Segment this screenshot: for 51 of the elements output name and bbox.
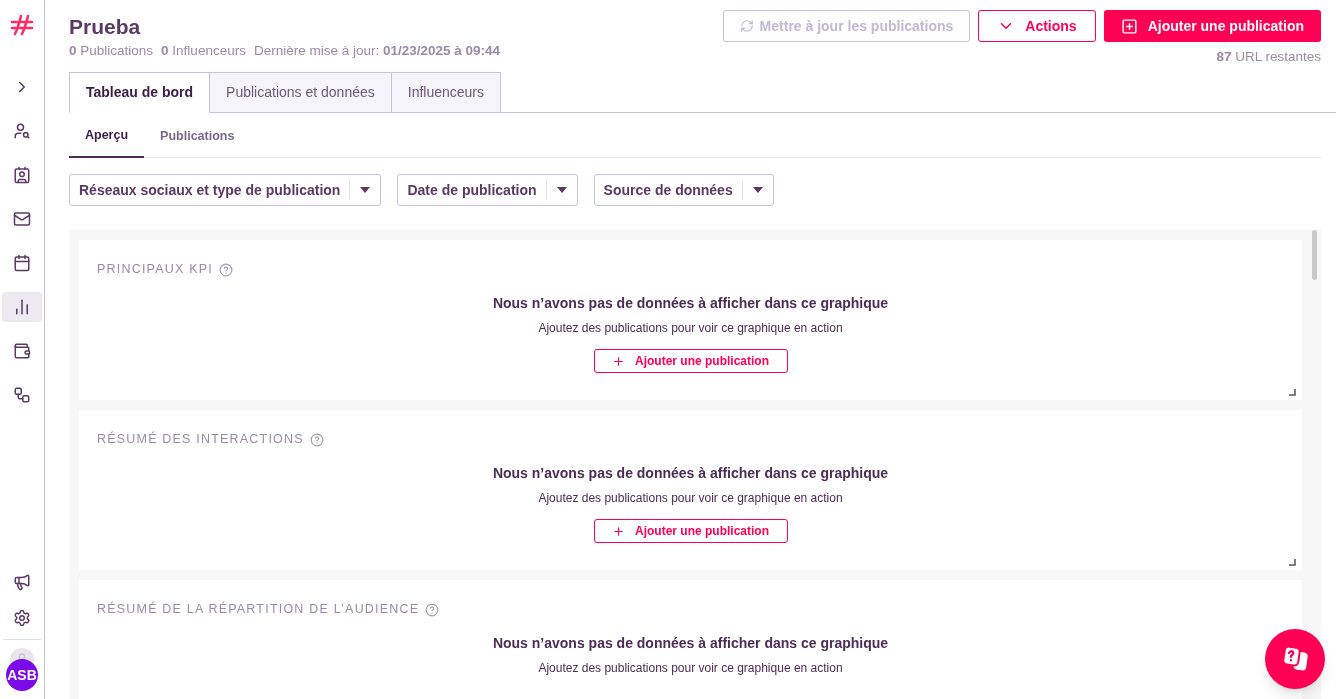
refresh-icon [739,19,754,33]
user-avatar[interactable]: ASB [6,659,38,691]
filter-dropdown[interactable]: Source de données [593,174,774,207]
tab[interactable]: Publications et données [209,72,392,114]
plus-icon [612,354,625,368]
empty-state-title: Nous n’avons pas de données à afficher dans ce graphique [492,294,889,313]
user-search-icon [13,122,31,140]
stat-text: 0 Publications [69,42,154,60]
tab[interactable]: Influenceurs [390,72,502,114]
bar-chart-icon [13,298,31,316]
tab[interactable]: Tableau de bord [69,72,211,114]
caret-down-icon [556,187,567,194]
scrollbar-thumb[interactable] [1312,230,1317,281]
empty-state-title: Nous n’avons pas de données à afficher dans ce graphique [492,464,889,483]
stat-text: 0 Influenceurs [161,42,246,60]
megaphone-icon [13,573,31,591]
filter-dropdown[interactable]: Réseaux sociaux et type de publication [69,174,382,207]
resize-handle-icon[interactable] [1289,559,1296,567]
empty-state-text: Ajoutez des publications pour voir ce graphique en action [538,320,843,337]
help-icon[interactable] [309,432,324,447]
add-publication-button[interactable]: Ajouter une publication [1103,10,1321,42]
plus-square-icon [1120,17,1138,35]
workflow-icon [13,386,31,404]
help-icon[interactable] [218,262,233,277]
last-update-text: Dernière mise à jour: 01/23/2025 à 09:44 [253,42,501,60]
card-title: RÉSUMÉ DES INTERACTIONS [97,430,304,449]
card-title: RÉSUMÉ DE LA RÉPARTITION DE L’AUDIENCE [97,600,420,619]
page-title: Prueba [69,14,142,40]
settings-icon [13,609,31,627]
wallet-icon [13,342,31,360]
calendar-icon [13,254,31,272]
subtab[interactable]: Aperçu [69,115,145,159]
contact-book-icon [13,166,31,184]
resize-handle-icon[interactable] [1289,389,1296,397]
empty-state-text: Ajoutez des publications pour voir ce graphique en action [538,660,843,677]
empty-state-text: Ajoutez des publications pour voir ce graphique en action [538,490,843,507]
card-title: PRINCIPAUX KPI [97,261,213,279]
caret-down-icon [752,187,763,194]
remaining-urls-text: 87 URL restantes [1216,48,1321,66]
empty-state-title: Nous n’avons pas de données à afficher dans ce graphique [492,634,889,653]
add-publication-button[interactable]: Ajouter une publication [593,349,788,373]
plus-icon [612,524,625,538]
filter-dropdown[interactable]: Date de publication [397,174,578,207]
mail-icon [13,210,31,228]
add-publication-button[interactable]: Ajouter une publication [593,519,788,543]
subtab[interactable]: Publications [144,115,251,159]
nav-item[interactable] [2,292,42,322]
caret-down-icon [360,187,371,194]
actions-button[interactable]: Actions [978,10,1096,42]
help-icon[interactable] [425,602,440,617]
logo-icon[interactable] [9,12,35,38]
